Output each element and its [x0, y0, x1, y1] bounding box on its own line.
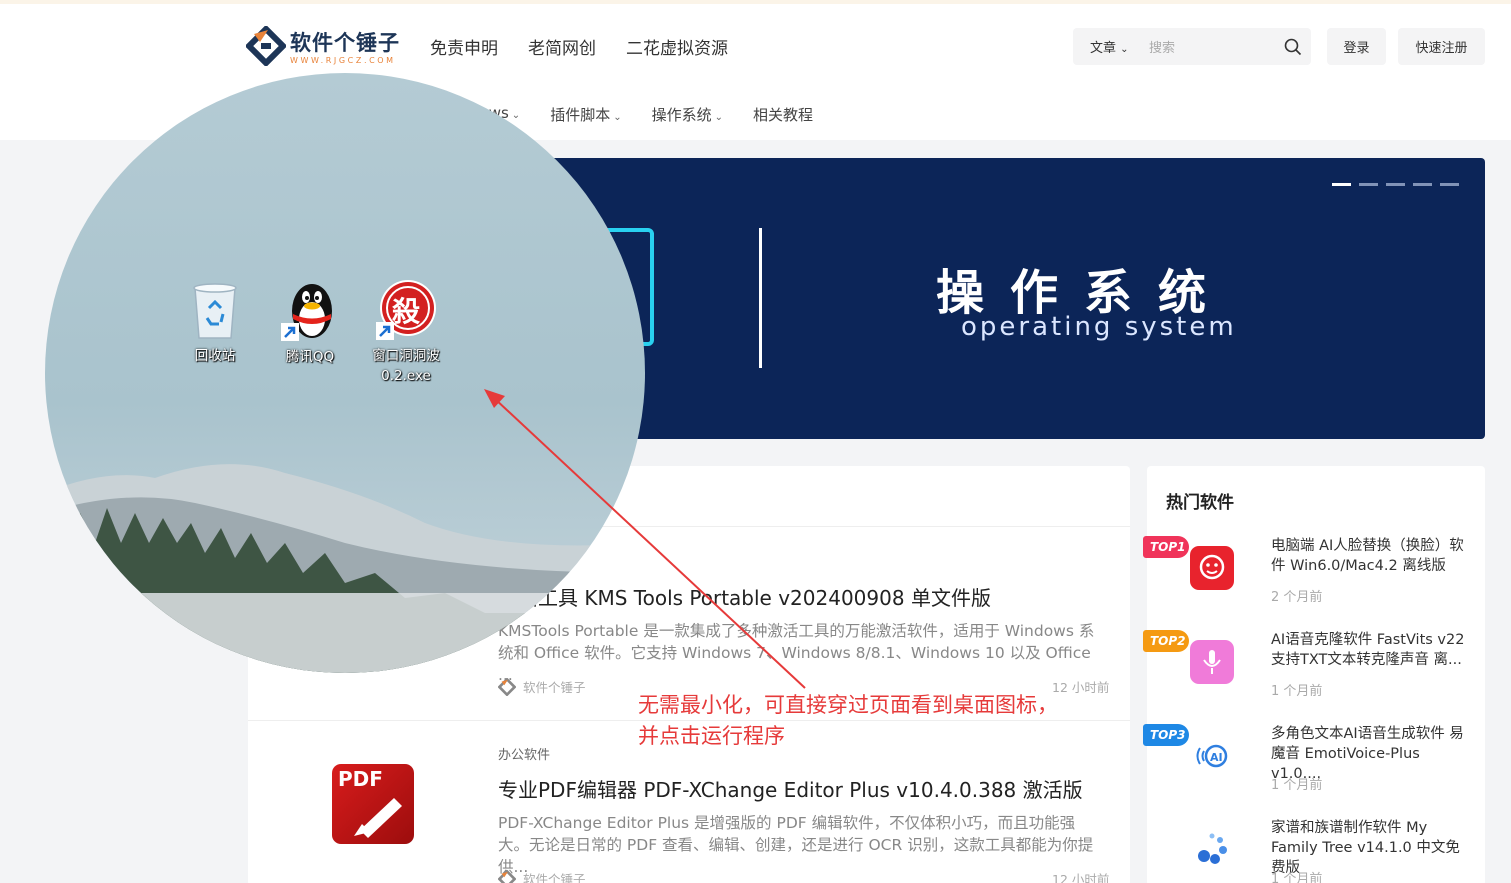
desktop-icon-label: 回收站: [194, 348, 236, 364]
hot-item-time: 2 个月前: [1271, 590, 1323, 605]
chevron-down-icon: ⌄: [1120, 44, 1129, 55]
site-logo[interactable]: 软件个锤子 WWW.RJGCZ.COM: [244, 24, 400, 68]
sidebar-title: 热门软件: [1166, 493, 1234, 513]
rank-badge: TOP3: [1143, 724, 1189, 746]
qq-penguin-icon: [281, 284, 332, 341]
nav-erhua[interactable]: 二花虚拟资源: [626, 34, 728, 59]
top-nav: 免责申明 老简网创 二花虚拟资源: [430, 34, 728, 59]
slide-dot[interactable]: [1386, 183, 1405, 186]
desktop-see-through-window: 回收站 腾讯QQ 殺 窗口洞洞波 0.2.exe: [45, 73, 645, 673]
pdf-app-icon[interactable]: PDF: [332, 764, 414, 844]
article-time: 12 小时前: [1052, 872, 1110, 883]
hot-item[interactable]: TOP2 AI语音克隆软件 FastVits v22支持TXT文本转克隆声音 离…: [1143, 630, 1485, 720]
search-box: 文章 ⌄ 搜索: [1073, 28, 1311, 65]
hot-item-title: 电脑端 AI人脸替换（换脸）软件 Win6.0/Mac4.2 离线版: [1271, 538, 1464, 574]
hot-item[interactable]: 家谱和族谱制作软件 My Family Tree v14.1.0 中文免费版 1…: [1147, 818, 1485, 883]
search-icon[interactable]: [1275, 29, 1311, 65]
register-button[interactable]: 快速注册: [1398, 28, 1485, 65]
hot-item[interactable]: TOP1 电脑端 AI人脸替换（换脸）软件 Win6.0/Mac4.2 离线版 …: [1143, 536, 1485, 626]
slide-dot[interactable]: [1359, 183, 1378, 186]
logo-mark-icon: [244, 24, 288, 68]
desktop-icon-qq[interactable]: 腾讯QQ: [265, 273, 355, 367]
login-button[interactable]: 登录: [1327, 28, 1386, 65]
hot-item-time: 1 个月前: [1271, 684, 1323, 699]
desktop-icon-label: 腾讯QQ: [285, 349, 335, 365]
article-time: 12 小时前: [1052, 680, 1110, 695]
desktop-icon-recycle-bin[interactable]: 回收站: [170, 278, 260, 366]
banner-divider: [759, 228, 762, 368]
chevron-down-icon: ⌄: [714, 112, 723, 123]
article-author[interactable]: 软件个锤子: [498, 869, 586, 883]
hot-item-title: AI语音克隆软件 FastVits v22支持TXT文本转克隆声音 离...: [1271, 632, 1465, 668]
landscape-background: [45, 464, 645, 673]
author-avatar-icon: [498, 869, 516, 883]
article-desc: PDF-XChange Editor Plus 是增强版的 PDF 编辑软件，不…: [498, 814, 1094, 876]
rank-badge: TOP1: [1143, 536, 1189, 558]
family-tree-app-icon: [1190, 828, 1234, 872]
hot-software-sidebar: 热门软件 TOP1 电脑端 AI人脸替换（换脸）软件 Win6.0/Mac4.2…: [1143, 466, 1485, 883]
slide-dot[interactable]: [1332, 183, 1351, 186]
article-category[interactable]: 办公软件: [498, 744, 550, 763]
slide-dot[interactable]: [1413, 183, 1432, 186]
banner-subtitle: operating system: [961, 312, 1237, 342]
face-swap-app-icon: [1190, 546, 1234, 590]
subnav-item-tutorials[interactable]: 相关教程: [753, 104, 813, 125]
hot-item[interactable]: TOP3 AI 多角色文本AI语音生成软件 易魔音 EmotiVoice-Plu…: [1143, 724, 1485, 814]
article-title[interactable]: 专业PDF编辑器 PDF-XChange Editor Plus v10.4.0…: [498, 774, 1083, 803]
slide-dot[interactable]: [1440, 183, 1459, 186]
annotation-text: 无需最小化，可直接穿过页面看到桌面图标， 并点击运行程序: [638, 693, 1058, 748]
article-author[interactable]: 软件个锤子: [498, 677, 586, 696]
logo-name: 软件个锤子: [290, 31, 400, 55]
author-avatar-icon: [498, 677, 516, 696]
search-category-select[interactable]: 文章 ⌄: [1073, 37, 1149, 56]
subnav-item-os[interactable]: 操作系统 ⌄: [652, 104, 723, 125]
window-killer-glyph: 殺: [392, 295, 421, 328]
svg-text:AI: AI: [1210, 751, 1223, 764]
hot-item-time: 1 个月前: [1271, 872, 1323, 883]
search-input[interactable]: 搜索: [1149, 37, 1275, 56]
rank-badge: TOP2: [1143, 630, 1189, 652]
logo-domain: WWW.RJGCZ.COM: [290, 56, 396, 65]
slide-indicator: [1332, 183, 1459, 186]
desktop-icon-label: 窗口洞洞波 0.2.exe: [372, 348, 440, 384]
desktop-icon-window-killer[interactable]: 殺 窗口洞洞波 0.2.exe: [361, 278, 451, 386]
voice-clone-app-icon: [1190, 640, 1234, 684]
nav-laojian[interactable]: 老简网创: [528, 34, 596, 59]
ai-voice-app-icon: AI: [1190, 734, 1234, 778]
nav-disclaimer[interactable]: 免责申明: [430, 34, 498, 59]
hot-item-time: 1 个月前: [1271, 778, 1323, 793]
recycle-bin-icon: [193, 283, 237, 339]
